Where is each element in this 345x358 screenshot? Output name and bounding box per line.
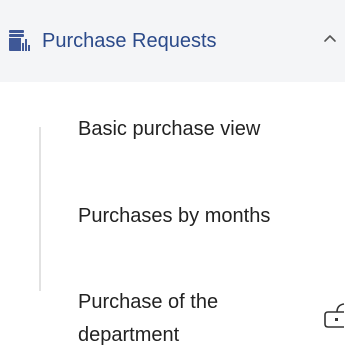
- open-in-new-icon[interactable]: [322, 303, 345, 331]
- menu-item-basic-purchase-view[interactable]: Basic purchase view: [78, 113, 298, 146]
- menu-item-purchase-of-the-department[interactable]: Purchase of the department: [78, 286, 298, 352]
- chevron-up-icon[interactable]: [322, 30, 338, 46]
- menu-section-title: Purchase Requests: [42, 30, 217, 52]
- navigation-menu: Purchase Requests Basic purchase view Pu…: [0, 0, 345, 358]
- tree-guide-line: [39, 127, 41, 291]
- menu-item-purchases-by-months[interactable]: Purchases by months: [78, 200, 298, 233]
- menu-section-header-purchase-requests[interactable]: Purchase Requests: [0, 0, 345, 82]
- report-chart-icon: [9, 30, 30, 51]
